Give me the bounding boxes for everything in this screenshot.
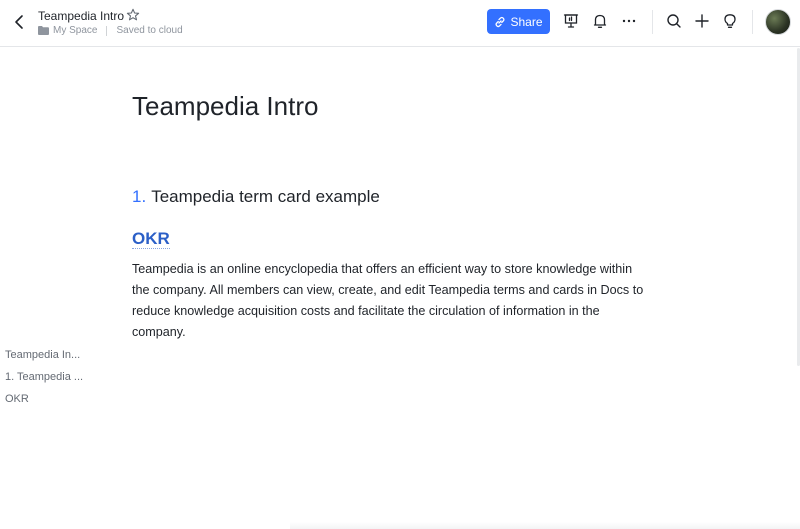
top-toolbar: Teampedia Intro My Space Saved to cloud … xyxy=(0,0,800,47)
heading-1[interactable]: 1. Teampedia term card example xyxy=(132,187,380,207)
plus-icon xyxy=(695,14,709,28)
help-button[interactable] xyxy=(721,12,739,30)
more-button[interactable] xyxy=(620,12,638,30)
back-button[interactable] xyxy=(9,12,29,32)
outline-item[interactable]: OKR xyxy=(5,391,83,413)
outline-item[interactable]: Teampedia In... xyxy=(5,347,83,369)
document-outline: Teampedia In... 1. Teampedia ... OKR xyxy=(5,347,83,413)
divider xyxy=(652,10,653,34)
divider xyxy=(752,10,753,34)
chevron-left-icon xyxy=(15,15,23,29)
presentation-icon xyxy=(563,14,579,28)
bell-icon xyxy=(593,14,607,28)
share-label: Share xyxy=(510,14,543,29)
notifications-button[interactable] xyxy=(591,12,609,30)
avatar[interactable] xyxy=(765,9,791,35)
divider xyxy=(106,25,108,36)
doc-location-bar: My Space Saved to cloud xyxy=(38,25,183,36)
heading-text: Teampedia term card example xyxy=(151,187,380,206)
share-button[interactable]: Share xyxy=(487,9,550,34)
lightbulb-icon xyxy=(724,14,736,28)
doc-title[interactable]: Teampedia Intro xyxy=(38,9,124,23)
new-button[interactable] xyxy=(693,12,711,30)
term-card-link[interactable]: OKR xyxy=(132,229,170,249)
location-link[interactable]: My Space xyxy=(53,25,97,36)
bottom-fade xyxy=(290,522,800,529)
link-icon xyxy=(495,16,506,27)
save-status: Saved to cloud xyxy=(116,25,183,36)
folder-icon xyxy=(38,26,49,35)
heading-number: 1. xyxy=(132,187,147,206)
search-icon xyxy=(667,14,681,28)
present-button[interactable] xyxy=(562,12,580,30)
more-horizontal-icon xyxy=(622,19,636,23)
star-icon[interactable] xyxy=(126,8,140,22)
page-title[interactable]: Teampedia Intro xyxy=(132,91,318,122)
paragraph[interactable]: Teampedia is an online encyclopedia that… xyxy=(132,259,652,343)
search-button[interactable] xyxy=(665,12,683,30)
outline-item[interactable]: 1. Teampedia ... xyxy=(5,369,83,391)
